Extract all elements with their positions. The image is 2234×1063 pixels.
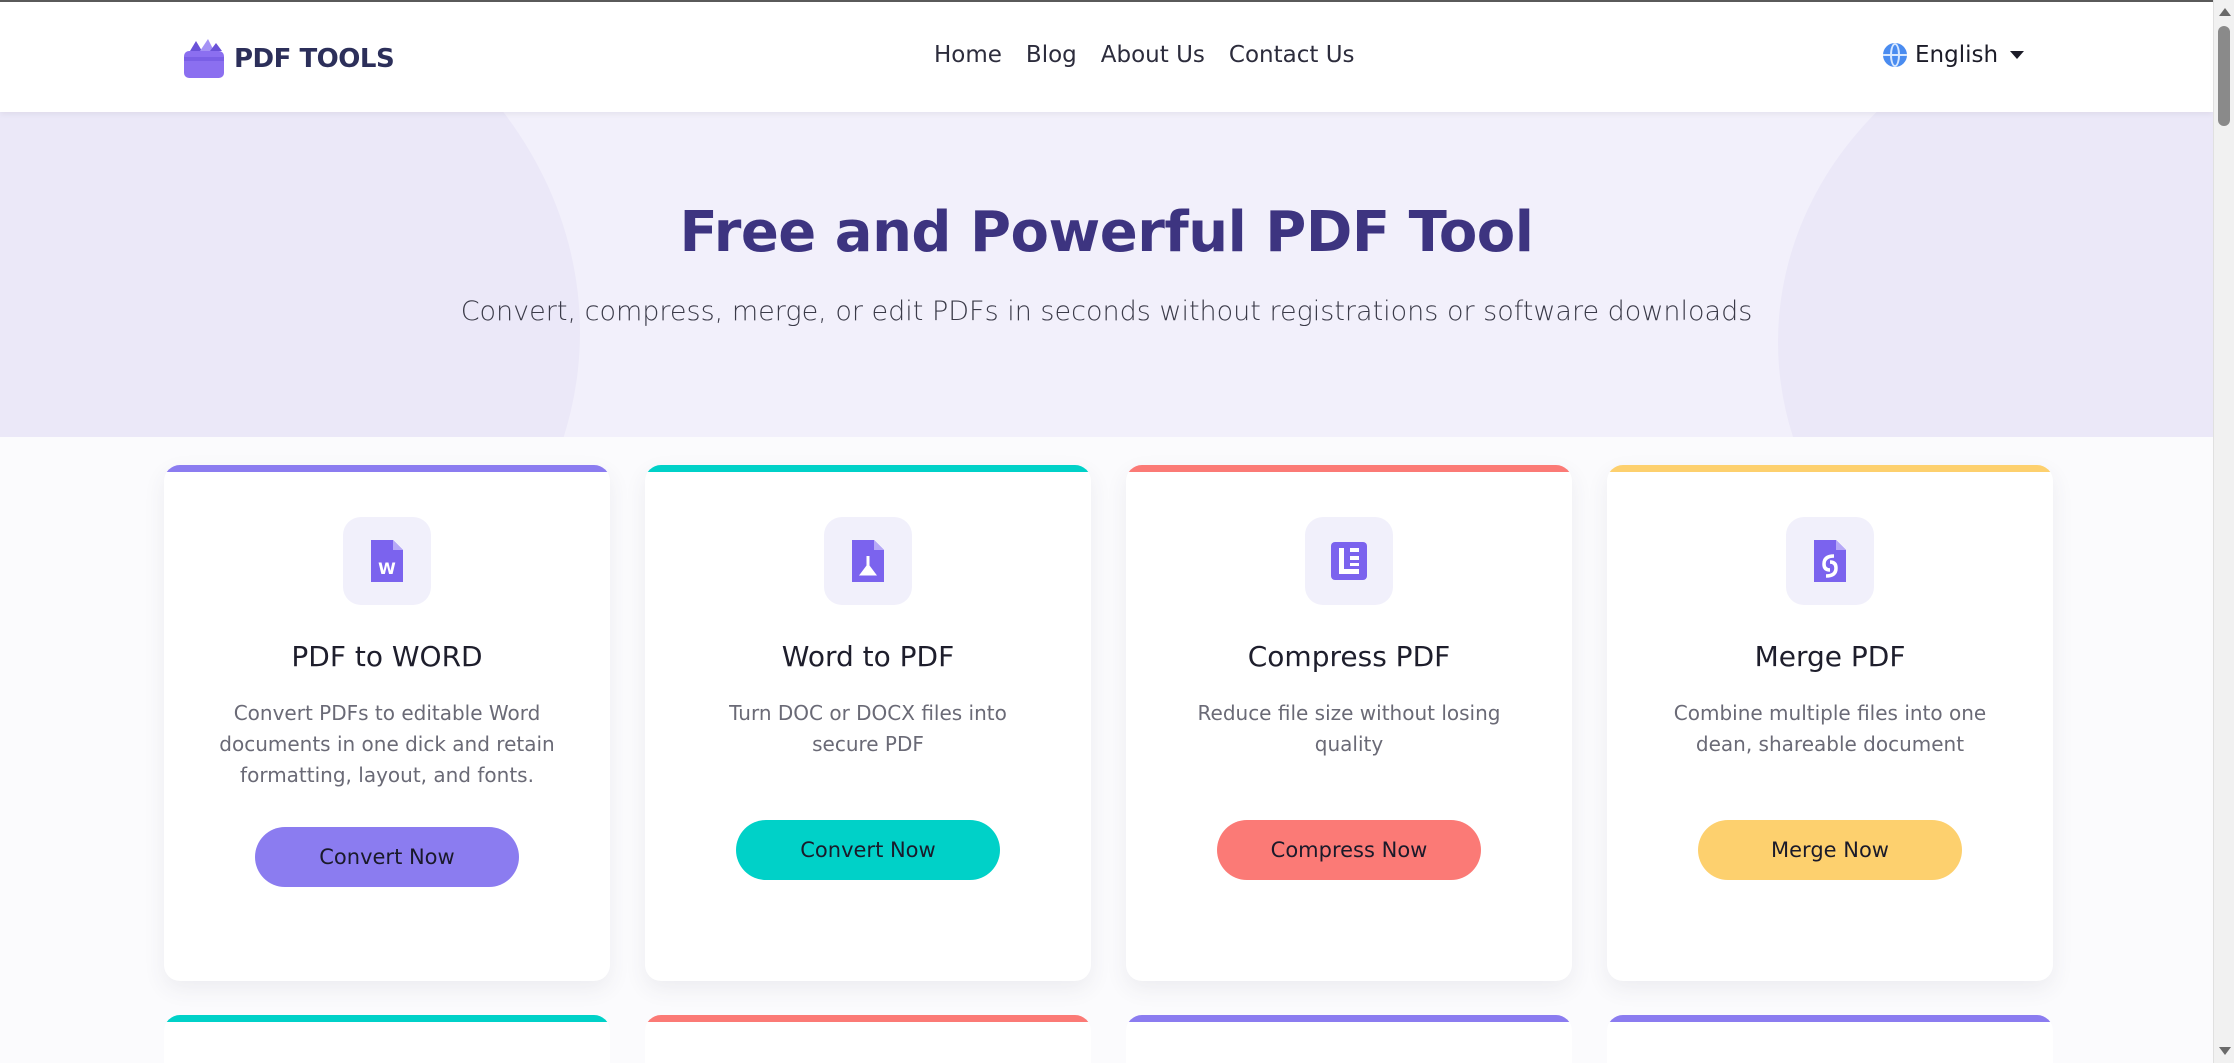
card-accent-bar xyxy=(645,465,1091,472)
pdf-file-icon xyxy=(852,540,884,582)
logo[interactable]: PDF TOOLS xyxy=(182,36,395,82)
nav-contact-us[interactable]: Contact Us xyxy=(1229,42,1355,68)
vertical-scrollbar[interactable] xyxy=(2213,0,2234,1063)
logo-text: PDF TOOLS xyxy=(234,44,395,74)
card-title: PDF to WORD xyxy=(291,640,483,673)
nav-about-us[interactable]: About Us xyxy=(1101,42,1205,68)
tool-card-row2-2[interactable] xyxy=(645,1015,1091,1063)
scrollbar-thumb[interactable] xyxy=(2218,26,2230,126)
globe-icon xyxy=(1883,43,1907,67)
card-accent-bar xyxy=(1607,1015,2053,1022)
card-accent-bar xyxy=(1607,465,2053,472)
hero-decoration-left xyxy=(0,112,580,437)
card-description: Convert PDFs to editable Word documents … xyxy=(219,701,555,787)
page: PDF TOOLS Home Blog About Us Contact Us … xyxy=(0,0,2213,1063)
card-title: Compress PDF xyxy=(1247,640,1451,673)
main-nav: Home Blog About Us Contact Us xyxy=(934,42,1355,68)
card-icon-container xyxy=(1786,517,1874,605)
card-title: Word to PDF xyxy=(781,640,955,673)
top-navbar: PDF TOOLS Home Blog About Us Contact Us … xyxy=(0,2,2213,112)
merge-icon xyxy=(1814,540,1846,582)
card-icon-container: W xyxy=(343,517,431,605)
compress-icon xyxy=(1331,542,1367,580)
svg-text:W: W xyxy=(378,559,396,578)
card-icon-container xyxy=(1305,517,1393,605)
convert-now-button[interactable]: Convert Now xyxy=(736,820,1000,880)
compress-now-button[interactable]: Compress Now xyxy=(1217,820,1481,880)
card-accent-bar xyxy=(164,1015,610,1022)
tool-card-row2-1[interactable] xyxy=(164,1015,610,1063)
card-accent-bar xyxy=(164,465,610,472)
hero-title: Free and Powerful PDF Tool xyxy=(679,200,1534,265)
hero-decoration-right xyxy=(1778,112,2213,437)
scroll-down-arrow-icon[interactable] xyxy=(2219,1047,2231,1055)
scroll-up-arrow-icon[interactable] xyxy=(2219,8,2231,16)
card-description: Combine multiple files into one dean, sh… xyxy=(1673,701,1987,756)
card-accent-bar xyxy=(645,1015,1091,1022)
chevron-down-icon xyxy=(2010,51,2025,59)
tool-card-row2-4[interactable] xyxy=(1607,1015,2053,1063)
tool-card-pdf-to-word[interactable]: W PDF to WORD Convert PDFs to editable W… xyxy=(164,465,610,981)
tool-card-compress-pdf[interactable]: Compress PDF Reduce file size without lo… xyxy=(1126,465,1572,981)
nav-home[interactable]: Home xyxy=(934,42,1002,68)
card-title: Merge PDF xyxy=(1754,640,1906,673)
card-icon-container xyxy=(824,517,912,605)
language-selector[interactable]: English xyxy=(1883,42,2025,68)
tool-card-merge-pdf[interactable]: Merge PDF Combine multiple files into on… xyxy=(1607,465,2053,981)
hero-section: Free and Powerful PDF Tool Convert, comp… xyxy=(0,112,2213,437)
card-description: Reduce file size without losing quality xyxy=(1197,701,1501,756)
hero-subtitle: Convert, compress, merge, or edit PDFs i… xyxy=(460,296,1753,327)
logo-toolbox-icon xyxy=(182,39,226,79)
card-description: Turn DOC or DOCX files into secure PDF xyxy=(729,701,1007,756)
merge-now-button[interactable]: Merge Now xyxy=(1698,820,1962,880)
nav-blog[interactable]: Blog xyxy=(1026,42,1077,68)
language-label: English xyxy=(1915,42,1999,68)
tool-card-row2-3[interactable] xyxy=(1126,1015,1572,1063)
tool-card-word-to-pdf[interactable]: Word to PDF Turn DOC or DOCX files into … xyxy=(645,465,1091,981)
word-file-icon: W xyxy=(371,540,403,582)
card-accent-bar xyxy=(1126,465,1572,472)
card-accent-bar xyxy=(1126,1015,1572,1022)
convert-now-button[interactable]: Convert Now xyxy=(255,827,519,887)
